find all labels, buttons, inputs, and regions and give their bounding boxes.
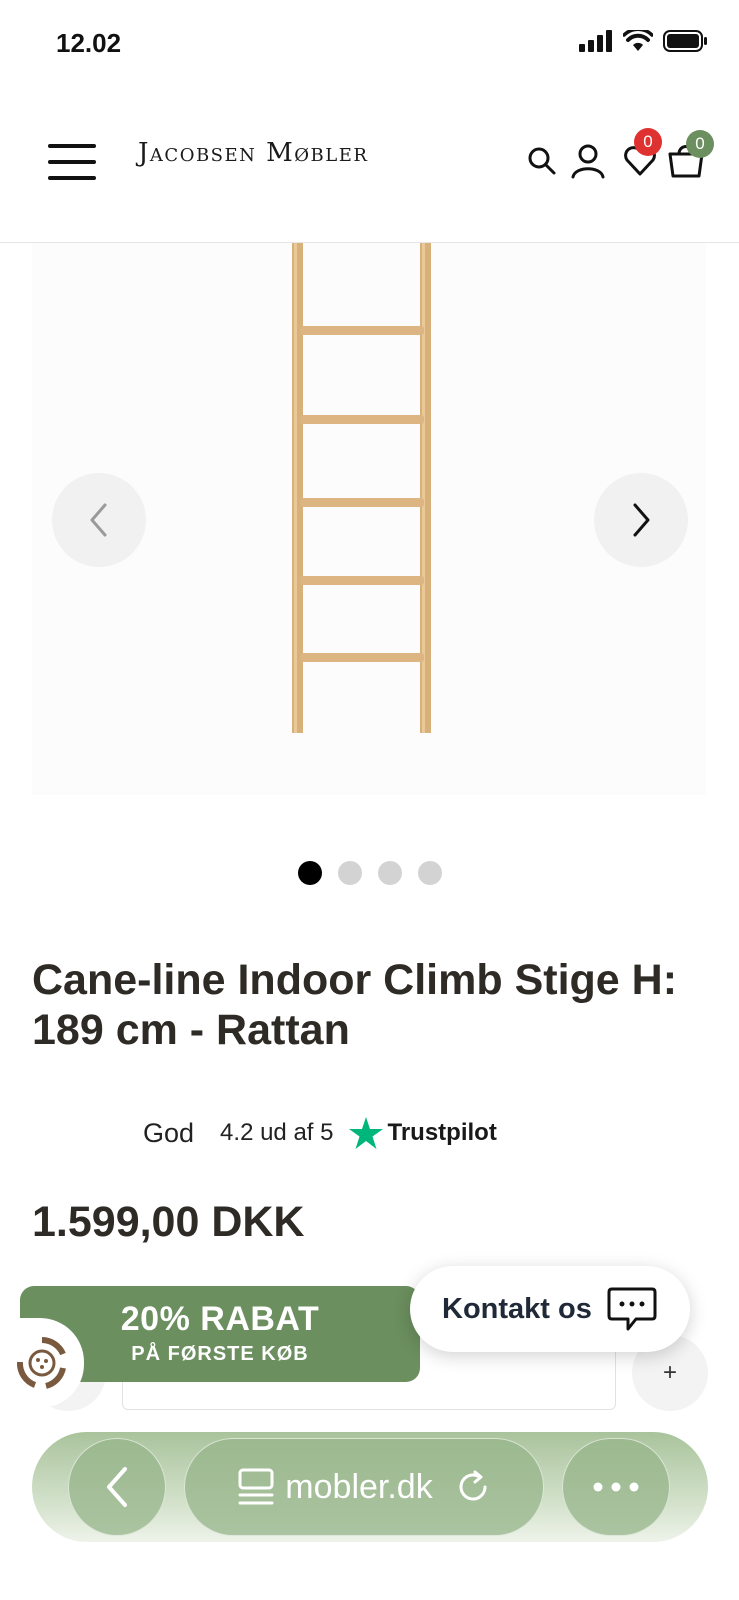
gallery-next-button[interactable] [594,473,688,567]
gallery-pagination [0,861,739,885]
browser-more-button[interactable] [562,1438,670,1536]
gallery-dot[interactable] [297,861,322,885]
battery-icon [663,30,707,52]
gallery-prev-button[interactable] [52,473,146,567]
trustpilot-star-icon [349,1117,384,1149]
rating-score: 4.2 ud af 5 [220,1119,334,1146]
recycle-icon [16,1337,66,1389]
status-bar: 12.02 [0,0,739,90]
reload-icon[interactable] [455,1469,491,1505]
contact-label: Kontakt os [442,1292,592,1325]
tabs-icon [238,1468,274,1505]
cart-count-badge: 0 [686,130,714,158]
signal-icon [579,30,612,52]
gallery-dot[interactable] [337,861,362,885]
browser-address-bar[interactable]: mobler.dk [184,1438,544,1536]
gallery-dot[interactable] [417,861,442,885]
site-logo[interactable]: Jacobsen Møbler [138,138,368,168]
rating-word: God [143,1117,195,1148]
contact-button[interactable]: Kontakt os [410,1266,690,1352]
browser-url: mobler.dk [285,1467,433,1506]
status-time: 12.02 [56,28,122,58]
discount-title: 20% RABAT [120,1300,320,1338]
chat-icon [607,1287,657,1331]
browser-back-button[interactable] [68,1438,166,1536]
chevron-left-icon [107,1467,127,1507]
trustpilot-label: Trustpilot [387,1119,497,1146]
wishlist-count-badge: 0 [634,128,662,156]
wifi-icon [623,30,653,51]
account-icon[interactable] [568,140,608,180]
trustpilot-rating[interactable]: God 4.2 ud af 5 Trustpilot [143,1117,497,1149]
gallery-dot[interactable] [377,861,402,885]
chevron-left-icon [90,503,107,537]
site-header: Jacobsen Møbler 0 0 [0,90,739,243]
search-icon[interactable] [522,140,562,180]
chevron-right-icon [633,503,650,537]
product-price: 1.599,00 DKK [32,1198,305,1246]
product-title: Cane-line Indoor Climb Stige H: 189 cm -… [32,956,678,1054]
product-image-gallery[interactable] [32,243,706,795]
status-icons [579,30,709,52]
menu-icon[interactable] [48,142,96,182]
more-dots-icon [593,1482,639,1492]
eco-badge[interactable] [0,1318,84,1408]
browser-toolbar: mobler.dk [32,1432,708,1542]
